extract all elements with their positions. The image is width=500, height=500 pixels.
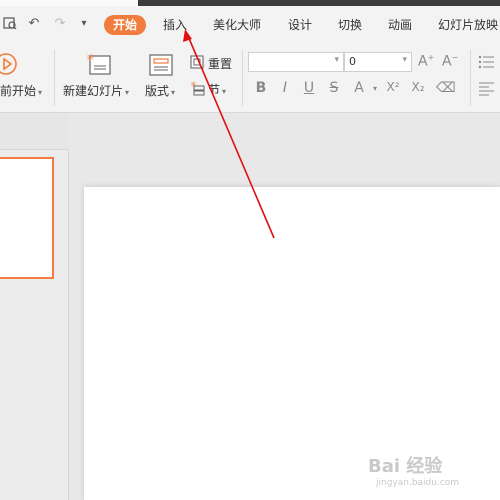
ribbon-tab-bar: ↶ ↷ ▾ 开始 插入 美化大师 设计 切换 动画 幻灯片放映 xyxy=(0,6,500,44)
chevron-down-icon: ▾ xyxy=(125,88,130,97)
superscript-button[interactable]: X² xyxy=(384,80,402,94)
italic-button[interactable]: I xyxy=(276,80,294,96)
chevron-down-icon: ▾ xyxy=(334,55,339,65)
clear-format-button[interactable]: ⌫ xyxy=(436,80,456,96)
chevron-down-icon[interactable]: ▾ xyxy=(366,84,384,93)
bullet-list-icon[interactable] xyxy=(478,54,494,74)
tab-animation[interactable]: 动画 xyxy=(388,15,412,35)
redo-icon[interactable]: ↷ xyxy=(52,16,68,32)
align-left-icon[interactable] xyxy=(478,80,494,100)
ribbon: 前开始 ▾ ✳ 新建幻灯片 ▾ 版式 ▾ 重置 ✳ 节 ▾ ▾ 0 ▾ A+ A− B … xyxy=(0,44,500,113)
section-label: 节 xyxy=(208,83,221,97)
font-name-select[interactable]: ▾ xyxy=(248,52,344,72)
quick-access-dropdown-icon[interactable]: ▾ xyxy=(76,16,92,32)
chevron-down-icon: ▾ xyxy=(222,87,227,96)
new-slide-button[interactable]: 新建幻灯片 ▾ xyxy=(63,82,129,99)
decrease-font-icon[interactable]: A− xyxy=(442,53,458,70)
chevron-down-icon: ▾ xyxy=(402,55,407,65)
reset-button[interactable]: 重置 xyxy=(208,55,232,72)
section-button[interactable]: 节 ▾ xyxy=(208,81,226,98)
strikethrough-button[interactable]: S xyxy=(325,80,343,96)
tab-design[interactable]: 设计 xyxy=(288,15,312,35)
divider xyxy=(470,50,471,106)
tab-transition[interactable]: 切换 xyxy=(338,15,362,35)
play-from-current-label: 前开始 xyxy=(0,84,37,98)
increase-font-icon[interactable]: A+ xyxy=(418,53,434,70)
new-slide-icon[interactable]: ✳ xyxy=(86,52,112,80)
bold-button[interactable]: B xyxy=(252,80,270,96)
play-from-current-button[interactable]: 前开始 ▾ xyxy=(0,82,42,99)
chevron-down-icon: ▾ xyxy=(38,88,43,97)
subscript-button[interactable]: X₂ xyxy=(409,80,427,94)
undo-icon[interactable]: ↶ xyxy=(26,16,42,32)
layout-button[interactable]: 版式 ▾ xyxy=(145,82,175,99)
font-size-select[interactable]: 0 ▾ xyxy=(344,52,412,72)
layout-icon[interactable] xyxy=(149,54,173,80)
layout-label: 版式 xyxy=(145,84,170,98)
new-slide-label: 新建幻灯片 xyxy=(63,84,124,98)
chevron-down-icon: ▾ xyxy=(171,88,176,97)
print-preview-icon[interactable] xyxy=(2,16,18,32)
watermark-logo: Bai 经验 xyxy=(368,456,443,477)
tab-home[interactable]: 开始 xyxy=(104,15,147,35)
divider xyxy=(54,50,55,106)
underline-button[interactable]: U xyxy=(300,80,318,96)
divider xyxy=(242,50,243,106)
panel-header xyxy=(0,113,68,150)
slide-thumbnail[interactable] xyxy=(0,157,54,279)
font-size-value: 0 xyxy=(349,55,356,68)
slide-thumbnail-panel xyxy=(0,150,69,500)
reset-icon[interactable] xyxy=(190,54,204,73)
play-icon[interactable] xyxy=(0,52,18,80)
tab-beautify[interactable]: 美化大师 xyxy=(213,15,261,35)
section-icon[interactable]: ✳ xyxy=(190,80,206,100)
svg-text:✳: ✳ xyxy=(86,53,94,64)
tab-slideshow[interactable]: 幻灯片放映 xyxy=(438,15,498,35)
tab-insert[interactable]: 插入 xyxy=(163,15,187,35)
watermark-url: jingyan.baidu.com xyxy=(376,478,460,488)
